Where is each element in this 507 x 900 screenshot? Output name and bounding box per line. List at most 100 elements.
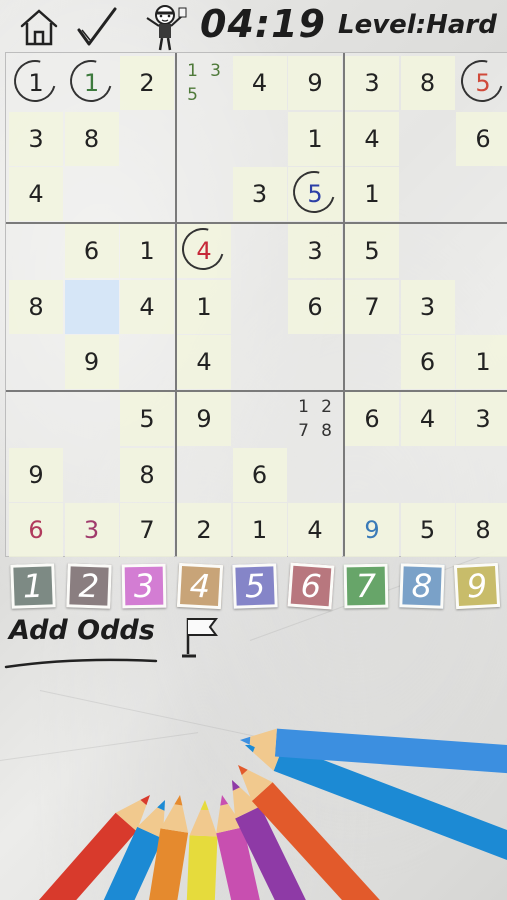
board-cell-r7c1[interactable] <box>9 392 63 446</box>
board-cell-r1c7[interactable]: 3 <box>345 56 399 110</box>
board-cell-r3c1[interactable]: 4 <box>9 167 63 221</box>
board-cell-r5c5[interactable] <box>233 280 287 334</box>
board-cell-r4c7[interactable]: 5 <box>345 224 399 278</box>
board-cell-r1c3[interactable]: 2 <box>120 56 174 110</box>
board-cell-r5c1[interactable]: 8 <box>9 279 63 334</box>
board-cell-r7c2[interactable] <box>65 392 119 446</box>
check-icon[interactable] <box>75 6 117 48</box>
board-cell-r9c1[interactable]: 6 <box>9 503 63 557</box>
board-cell-r2c5[interactable] <box>233 112 287 166</box>
board-cell-r7c4[interactable]: 9 <box>177 392 231 446</box>
palette-digit-4[interactable]: 4 <box>176 562 223 610</box>
board-cell-r3c4[interactable] <box>177 167 231 221</box>
board-cell-r7c7[interactable]: 6 <box>345 392 399 446</box>
add-odds-button[interactable]: Add Odds <box>9 615 155 646</box>
board-cell-r9c5[interactable]: 1 <box>232 503 287 557</box>
board-cell-r8c4[interactable] <box>177 448 231 502</box>
board-cell-r1c8[interactable]: 8 <box>400 56 455 110</box>
board-cell-r2c2[interactable]: 8 <box>64 111 119 166</box>
board-cell-r6c2[interactable]: 9 <box>64 335 119 389</box>
board-cell-r5c2[interactable] <box>64 279 119 334</box>
board-cell-r7c3[interactable]: 5 <box>120 392 174 446</box>
board-cell-r3c5[interactable]: 3 <box>232 167 287 221</box>
note-digit: 1 <box>187 61 198 81</box>
palette-digit-5[interactable]: 5 <box>232 563 278 609</box>
board-cell-r8c3[interactable]: 8 <box>120 447 174 502</box>
board-cell-r6c6[interactable] <box>288 335 342 389</box>
board-cell-r7c8[interactable]: 4 <box>400 392 455 446</box>
board-cell-r1c6[interactable]: 9 <box>288 56 342 110</box>
board-cell-r2c1[interactable]: 3 <box>9 111 63 166</box>
board-cell-r1c1[interactable]: 1 <box>6 52 64 110</box>
board-cell-r2c7[interactable]: 4 <box>345 111 399 166</box>
board-cell-r4c1[interactable] <box>9 224 63 278</box>
board-cell-r6c5[interactable] <box>233 335 287 389</box>
board-cell-r9c4[interactable]: 2 <box>177 503 231 557</box>
board-cell-r4c2[interactable]: 6 <box>64 224 119 278</box>
board-cell-r2c3[interactable] <box>120 112 174 166</box>
board-cell-r1c4[interactable]: 135 <box>177 56 231 110</box>
palette-digit-1[interactable]: 1 <box>10 563 56 609</box>
board-cell-r9c2[interactable]: 3 <box>64 503 119 557</box>
board-cell-r2c6[interactable]: 1 <box>288 111 342 166</box>
palette-digit-7[interactable]: 7 <box>343 563 389 609</box>
palette-digit-8[interactable]: 8 <box>398 563 445 609</box>
board-cell-r9c9[interactable]: 8 <box>456 503 507 557</box>
board-cell-r8c7[interactable] <box>345 448 399 502</box>
pencil-tip <box>220 795 229 806</box>
board-cell-r1c5[interactable]: 4 <box>232 56 287 110</box>
board-cell-r3c3[interactable] <box>120 167 174 221</box>
board-cell-r6c7[interactable] <box>345 335 399 389</box>
board-cell-r8c5[interactable]: 6 <box>232 447 287 502</box>
board-cell-r8c8[interactable] <box>401 448 455 502</box>
board-cell-r3c9[interactable] <box>456 167 507 221</box>
board-cell-r1c2[interactable]: 1 <box>61 52 120 110</box>
board-cell-r5c9[interactable] <box>456 280 507 334</box>
board-cell-r9c7[interactable]: 9 <box>345 503 399 557</box>
board-cell-r9c3[interactable]: 7 <box>120 503 174 557</box>
board-cell-r9c6[interactable]: 4 <box>288 503 342 557</box>
flag-icon[interactable] <box>180 614 222 660</box>
board-cell-r3c2[interactable] <box>65 167 119 221</box>
board-cell-r4c6[interactable]: 3 <box>288 224 342 278</box>
palette-digit-3[interactable]: 3 <box>121 563 167 609</box>
board-cell-r4c8[interactable] <box>401 224 455 278</box>
board-cell-r6c3[interactable] <box>120 335 174 389</box>
note-digit: 5 <box>187 85 198 105</box>
board-cell-r3c6[interactable]: 5 <box>285 163 343 221</box>
board-cell-r2c4[interactable] <box>177 112 231 166</box>
board-cell-r6c9[interactable]: 1 <box>456 335 507 389</box>
board-cell-r6c1[interactable] <box>9 335 63 389</box>
board-cell-r2c8[interactable] <box>401 112 455 166</box>
board-cell-r8c1[interactable]: 9 <box>9 447 63 502</box>
board-cell-r6c4[interactable]: 4 <box>177 335 231 389</box>
board-cell-r8c9[interactable] <box>456 448 507 502</box>
board-cell-r7c5[interactable] <box>233 392 287 446</box>
board-cell-r7c9[interactable]: 3 <box>456 392 507 446</box>
palette-digit-9[interactable]: 9 <box>453 562 501 610</box>
board-cell-r1c9[interactable]: 5 <box>453 52 507 110</box>
palette-digit-6[interactable]: 6 <box>287 562 334 610</box>
palette-digit-label: 6 <box>299 566 322 606</box>
board-cell-r8c6[interactable] <box>288 448 342 502</box>
board-cell-r5c6[interactable]: 6 <box>288 279 342 334</box>
cell-notes: 135 <box>181 59 227 107</box>
board-cell-r4c9[interactable] <box>456 224 507 278</box>
board-cell-r5c8[interactable]: 3 <box>400 279 455 334</box>
board-cell-r5c4[interactable]: 1 <box>177 279 231 334</box>
board-cell-r5c3[interactable]: 4 <box>120 279 174 334</box>
board-cell-r6c8[interactable]: 6 <box>400 335 455 389</box>
board-cell-r4c5[interactable] <box>233 224 287 278</box>
palette-digit-2[interactable]: 2 <box>65 563 112 609</box>
board-cell-r4c3[interactable]: 1 <box>120 224 174 278</box>
board-cell-r3c7[interactable]: 1 <box>345 167 399 221</box>
board-cell-r2c9[interactable]: 6 <box>456 111 507 166</box>
board-cell-r3c8[interactable] <box>401 167 455 221</box>
board-cell-r4c4[interactable]: 4 <box>174 220 232 278</box>
mascot-icon[interactable] <box>142 4 188 52</box>
board-cell-r7c6[interactable]: 1278 <box>288 392 342 446</box>
board-cell-r9c8[interactable]: 5 <box>400 503 455 557</box>
board-cell-r5c7[interactable]: 7 <box>345 279 399 334</box>
home-icon[interactable] <box>18 6 60 48</box>
board-cell-r8c2[interactable] <box>65 448 119 502</box>
